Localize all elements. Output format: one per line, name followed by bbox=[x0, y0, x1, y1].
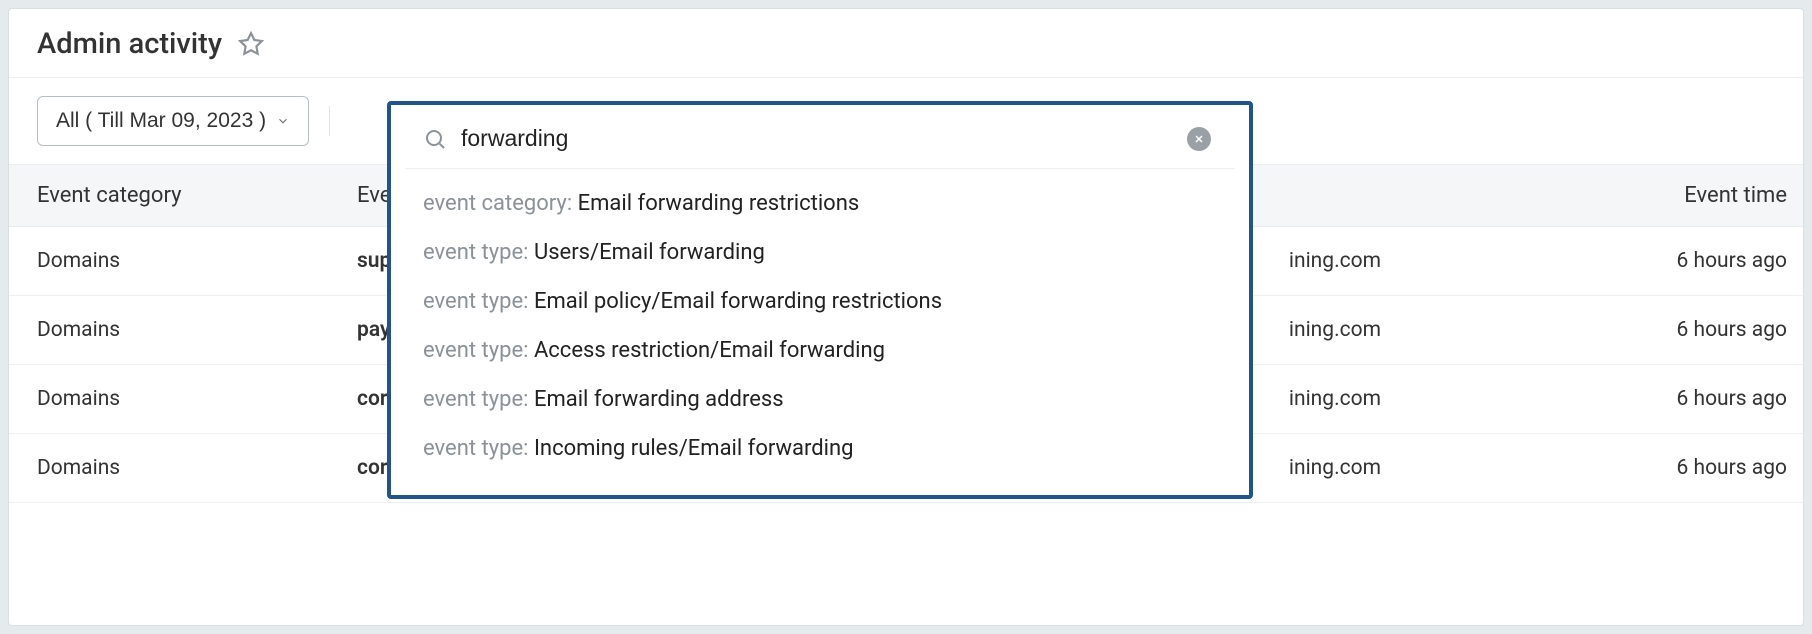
search-suggestion[interactable]: event type: Email forwarding address bbox=[391, 375, 1249, 424]
suggestion-text: Users/Email forwarding bbox=[534, 240, 765, 265]
suggestion-text: Email forwarding restrictions bbox=[578, 191, 860, 216]
cell-category: Domains bbox=[9, 434, 329, 503]
page-title: Admin activity bbox=[37, 27, 222, 61]
suggestion-text: Access restriction/Email forwarding bbox=[534, 338, 885, 363]
page-header: Admin activity bbox=[9, 9, 1803, 78]
search-icon bbox=[423, 127, 447, 151]
search-row bbox=[405, 119, 1235, 169]
th-event-category[interactable]: Event category bbox=[9, 165, 329, 227]
suggestion-prefix: event type: bbox=[423, 338, 528, 363]
search-suggestions: event category: Email forwarding restric… bbox=[391, 169, 1249, 473]
cell-time: 6 hours ago bbox=[1409, 434, 1803, 503]
chevron-down-icon bbox=[276, 114, 290, 128]
clear-search-icon[interactable] bbox=[1187, 127, 1211, 151]
toolbar-divider bbox=[329, 106, 330, 136]
cell-time: 6 hours ago bbox=[1409, 365, 1803, 434]
suggestion-prefix: event type: bbox=[423, 240, 528, 265]
search-dropdown: event category: Email forwarding restric… bbox=[387, 101, 1253, 499]
search-suggestion[interactable]: event type: Incoming rules/Email forward… bbox=[391, 424, 1249, 473]
star-icon[interactable] bbox=[238, 31, 264, 57]
date-filter-label: All ( Till Mar 09, 2023 ) bbox=[56, 109, 266, 133]
th-event-time[interactable]: Event time bbox=[1409, 165, 1803, 227]
suggestion-text: Incoming rules/Email forwarding bbox=[534, 436, 854, 461]
admin-activity-panel: Admin activity All ( Till Mar 09, 2023 )… bbox=[8, 8, 1804, 626]
date-filter-button[interactable]: All ( Till Mar 09, 2023 ) bbox=[37, 96, 309, 146]
cell-time: 6 hours ago bbox=[1409, 296, 1803, 365]
search-suggestion[interactable]: event category: Email forwarding restric… bbox=[391, 179, 1249, 228]
search-input[interactable] bbox=[461, 125, 1187, 152]
cell-category: Domains bbox=[9, 296, 329, 365]
cell-category: Domains bbox=[9, 365, 329, 434]
suggestion-prefix: event type: bbox=[423, 289, 528, 314]
suggestion-text: Email forwarding address bbox=[534, 387, 784, 412]
suggestion-prefix: event type: bbox=[423, 436, 528, 461]
search-suggestion[interactable]: event type: Email policy/Email forwardin… bbox=[391, 277, 1249, 326]
search-suggestion[interactable]: event type: Users/Email forwarding bbox=[391, 228, 1249, 277]
suggestion-prefix: event category: bbox=[423, 191, 572, 216]
cell-category: Domains bbox=[9, 227, 329, 296]
search-suggestion[interactable]: event type: Access restriction/Email for… bbox=[391, 326, 1249, 375]
suggestion-prefix: event type: bbox=[423, 387, 528, 412]
suggestion-text: Email policy/Email forwarding restrictio… bbox=[534, 289, 942, 314]
cell-time: 6 hours ago bbox=[1409, 227, 1803, 296]
